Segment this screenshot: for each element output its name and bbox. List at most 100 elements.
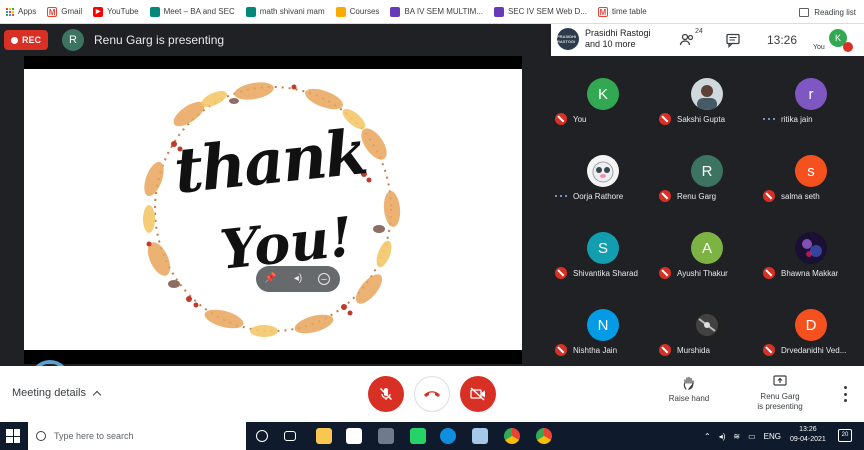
chevron-up-icon[interactable]: ⌃ xyxy=(704,432,711,441)
bookmark-label: Gmail xyxy=(61,7,83,16)
bookmark-courses[interactable]: Courses xyxy=(335,6,379,17)
present-now-button[interactable]: Renu Garg is presenting xyxy=(752,374,808,412)
mic-off-icon xyxy=(659,344,671,356)
participant-name: salma seth xyxy=(781,191,820,201)
participant-avatar: N xyxy=(587,309,619,341)
featured-participant-avatar: PRASIDHI RASTOGI xyxy=(557,28,579,50)
participant-tile[interactable]: R Renu Garg xyxy=(655,133,759,210)
whatsapp-icon[interactable] xyxy=(410,428,426,444)
participant-tile[interactable]: A Ayushi Thakur xyxy=(655,210,759,287)
participant-meta: ritika jain xyxy=(763,112,863,126)
more-options-icon[interactable] xyxy=(840,386,850,402)
pin-icon[interactable]: 📌 xyxy=(264,273,276,285)
self-mic-off-icon xyxy=(843,42,853,52)
participant-meta: Bhawna Makkar xyxy=(763,266,863,280)
self-label: You xyxy=(813,44,825,51)
chrome-icon[interactable] xyxy=(504,428,520,444)
meeting-details-label: Meeting details xyxy=(12,387,86,399)
participant-tile[interactable]: D Drvedanidhi Ved... xyxy=(759,287,863,364)
wifi-icon[interactable]: ≋ xyxy=(733,432,740,441)
windows-start-icon[interactable] xyxy=(6,429,20,443)
featured-participant-names[interactable]: Prasidhi Rastogi and 10 more xyxy=(585,28,651,50)
notification-center-icon[interactable]: 20 xyxy=(838,429,852,442)
app-icon[interactable] xyxy=(378,428,394,444)
participant-tile[interactable]: Murshida xyxy=(655,287,759,364)
bookmark-math[interactable]: math shivani mam xyxy=(245,6,325,17)
participant-avatar xyxy=(587,155,619,187)
battery-icon[interactable]: ▭ xyxy=(748,432,756,441)
participant-meta: Nishtha Jain xyxy=(555,343,655,357)
recording-badge[interactable]: REC xyxy=(4,30,48,50)
taskbar-clock[interactable]: 13:26 09-04-2021 xyxy=(790,425,826,445)
edge-icon[interactable] xyxy=(440,428,456,444)
tile-hover-controls: 📌 ◂) – xyxy=(256,266,340,292)
participant-tile[interactable]: Sakshi Gupta xyxy=(655,56,759,133)
system-tray: ⌃ ◂) ≋ ▭ ENG xyxy=(704,422,789,450)
photo-avatar-icon xyxy=(587,155,619,187)
participant-tile[interactable]: Oorja Rathore xyxy=(551,133,655,210)
language-indicator[interactable]: ENG xyxy=(764,432,781,441)
raise-hand-icon xyxy=(683,376,694,390)
taskbar-time: 13:26 xyxy=(799,426,817,433)
volume-icon[interactable]: ◂) xyxy=(719,432,726,441)
participant-tile[interactable]: N Nishtha Jain xyxy=(551,287,655,364)
apps-grid-icon xyxy=(6,7,14,16)
participant-tile[interactable]: S Shivantika Sharad xyxy=(551,210,655,287)
participant-tile[interactable]: r ritika jain xyxy=(759,56,863,133)
store-icon[interactable] xyxy=(346,428,362,444)
reading-list-button[interactable]: Reading list xyxy=(799,0,856,24)
classroom-icon xyxy=(335,6,346,17)
shared-slide[interactable]: thank You! 📌 ◂) – xyxy=(24,69,522,350)
mic-off-icon xyxy=(555,113,567,125)
participant-tile[interactable]: Bhawna Makkar xyxy=(759,210,863,287)
mic-off-icon xyxy=(763,344,775,356)
participant-avatar xyxy=(691,78,723,110)
participant-avatar: R xyxy=(691,155,723,187)
raise-hand-button[interactable]: Raise hand xyxy=(664,376,714,403)
bookmark-time-table[interactable]: M time table xyxy=(597,6,647,17)
bookmark-youtube[interactable]: ▶ YouTube xyxy=(93,6,139,17)
cortana-icon[interactable] xyxy=(256,430,268,442)
mic-off-icon xyxy=(659,113,671,125)
participant-tile[interactable]: K You xyxy=(551,56,655,133)
task-view-icon[interactable] xyxy=(284,431,296,441)
bookmarks-bar: Apps M Gmail ▶ YouTube Meet – BA and SEC… xyxy=(0,0,864,24)
speaking-indicator-icon xyxy=(763,118,775,120)
leave-call-button[interactable] xyxy=(414,376,450,412)
participant-name: You xyxy=(573,114,587,124)
volume-icon[interactable]: ◂) xyxy=(292,273,304,285)
reading-list-label: Reading list xyxy=(814,7,856,17)
participant-name: ritika jain xyxy=(781,114,813,124)
chat-icon[interactable] xyxy=(725,32,741,48)
bookmark-gmail[interactable]: M Gmail xyxy=(47,6,83,17)
slide-letterbox-top xyxy=(24,56,522,69)
participant-name: Oorja Rathore xyxy=(573,191,624,201)
meeting-details-button[interactable]: Meeting details xyxy=(12,387,102,399)
slide-letterbox-bottom xyxy=(24,350,522,364)
participant-name: Bhawna Makkar xyxy=(781,268,839,278)
file-explorer-icon[interactable] xyxy=(316,428,332,444)
presenter-avatar: R xyxy=(62,29,84,51)
bookmark-sec-iv-sem[interactable]: SEC IV SEM Web D... xyxy=(493,6,587,17)
remove-icon[interactable]: – xyxy=(318,273,330,285)
app-icon[interactable] xyxy=(472,428,488,444)
people-icon[interactable] xyxy=(679,32,695,48)
chevron-up-icon xyxy=(92,390,102,399)
microphone-toggle-button[interactable] xyxy=(368,376,404,412)
taskbar-search-box[interactable]: Type here to search xyxy=(28,422,246,450)
bookmark-apps[interactable]: Apps xyxy=(6,7,36,16)
participant-meta: Renu Garg xyxy=(659,189,759,203)
mic-off-icon xyxy=(555,267,567,279)
participant-tile[interactable]: s salma seth xyxy=(759,133,863,210)
photo-avatar-icon xyxy=(691,78,723,110)
camera-toggle-button[interactable] xyxy=(460,376,496,412)
chrome-icon[interactable] xyxy=(536,428,552,444)
youtube-icon: ▶ xyxy=(93,6,104,17)
participant-meta: You xyxy=(555,112,655,126)
bookmark-ba-iv-sem[interactable]: BA IV SEM MULTIM... xyxy=(390,6,483,17)
reading-list-icon xyxy=(799,7,810,17)
bookmark-label: YouTube xyxy=(107,7,139,16)
meet-icon xyxy=(245,6,256,17)
record-dot-icon xyxy=(10,36,18,44)
bookmark-meet-ba-sec[interactable]: Meet – BA and SEC xyxy=(149,6,235,17)
